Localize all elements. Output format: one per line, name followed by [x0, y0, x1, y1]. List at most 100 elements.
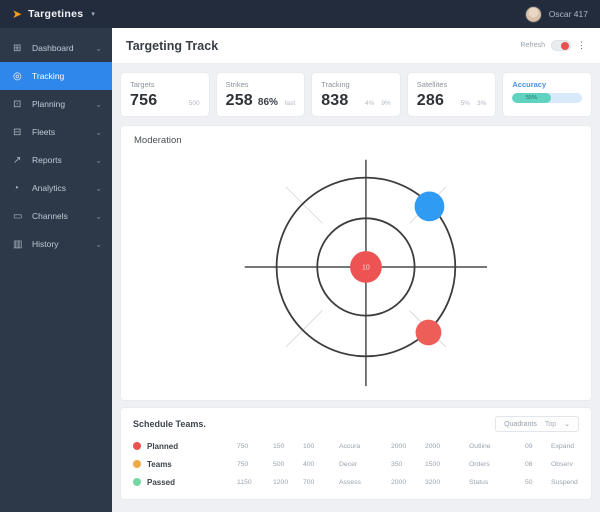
- dropdown-label: Quadrants: [504, 420, 537, 428]
- table-row[interactable]: Passed 1150 1200 700 Assess 2000 3200 St…: [133, 473, 579, 491]
- table-cell: 09: [525, 442, 533, 450]
- sidebar-item-planning[interactable]: ⊡ Planning ⌄: [0, 90, 112, 118]
- brand[interactable]: ➤ Targetines ▾: [12, 8, 95, 20]
- chevron-down-icon: ⌄: [95, 127, 102, 137]
- sidebar-item-channels[interactable]: ▭ Channels ⌄: [0, 202, 112, 230]
- table-cell: Assess: [339, 478, 361, 486]
- stats-row: Targets 756 500 Strikes 258 86% fast Tra…: [120, 72, 592, 117]
- table-cell: 150: [273, 442, 285, 450]
- sidebar-item-label: Dashboard: [32, 43, 74, 53]
- sidebar-item-fleets[interactable]: ⊟ Fleets ⌄: [0, 118, 112, 146]
- table-cell: 700: [303, 478, 315, 486]
- stat-label: Satellites: [416, 80, 448, 89]
- top-bar: ➤ Targetines ▾ Oscar 417: [0, 0, 600, 28]
- table-cell: 2000: [391, 478, 407, 486]
- table-row[interactable]: Teams 750 500 400 Decer 350 1500 Orders …: [133, 455, 579, 473]
- stat-card-strikes: Strikes 258 86% fast: [215, 72, 306, 117]
- row-name: Teams: [147, 459, 172, 469]
- table-cell: 08: [525, 460, 533, 468]
- quadrants-dropdown[interactable]: Quadrants Top ⌄: [495, 416, 579, 432]
- table-row[interactable]: Planned 750 150 100 Accura 2000 2000 Out…: [133, 437, 579, 455]
- stat-label: Targets: [130, 80, 155, 89]
- table-cell: 1200: [273, 478, 289, 486]
- sidebar-item-label: Planning: [32, 99, 66, 109]
- stat-sub: 5%: [460, 100, 470, 107]
- stat-card-satellites: Satellites 286 5% 3%: [406, 72, 497, 117]
- table-cell: 750: [237, 442, 249, 450]
- stat-sub: 9%: [381, 100, 391, 107]
- chevron-down-icon: ⌄: [564, 421, 570, 428]
- content-area: Targeting Track Refresh ⋮ Targets 756 50…: [112, 28, 600, 512]
- sidebar-item-label: Tracking: [32, 71, 65, 81]
- chevron-down-icon: ⌄: [95, 155, 102, 165]
- table-cell: Suspend: [551, 478, 578, 486]
- stat-value: 756: [130, 92, 158, 109]
- target-chart-panel: Moderation 10: [120, 125, 592, 401]
- stat-value: 838: [321, 92, 349, 109]
- table-title: Schedule Teams.: [133, 419, 206, 429]
- accuracy-progress-track: 55%: [512, 93, 582, 103]
- sidebar-item-label: Analytics: [32, 183, 67, 193]
- page-title: Targeting Track: [126, 38, 219, 53]
- stat-value: 258: [225, 92, 253, 109]
- stat-sub: fast: [284, 100, 296, 107]
- stat-card-tracking: Tracking 838 4% 9%: [311, 72, 401, 117]
- kebab-menu-icon[interactable]: ⋮: [577, 40, 586, 51]
- table-cell: 400: [303, 460, 315, 468]
- table-cell: Accura: [339, 442, 361, 450]
- schedule-table-panel: Schedule Teams. Quadrants Top ⌄ Planned …: [120, 407, 592, 500]
- svg-text:10: 10: [362, 264, 370, 271]
- table-cell: 50: [525, 478, 533, 486]
- monitor-icon: ⊡: [13, 98, 22, 110]
- sidebar-item-label: Fleets: [32, 127, 56, 137]
- table-cell: 500: [273, 460, 285, 468]
- trend-icon: ↗: [13, 154, 22, 166]
- table-cell: 3200: [425, 478, 441, 486]
- table-cell: Decer: [339, 460, 358, 468]
- refresh-toggle[interactable]: [551, 40, 571, 51]
- table-cell: 750: [237, 460, 249, 468]
- table-cell: Expand: [551, 442, 575, 450]
- box-icon: ▥: [13, 238, 23, 250]
- stat-strong-sub: 86%: [257, 97, 278, 108]
- chevron-down-icon: ⌄: [95, 43, 102, 53]
- table-cell: 2000: [391, 442, 407, 450]
- target-chart[interactable]: 10: [121, 126, 591, 400]
- stat-value: 286: [416, 92, 445, 109]
- dashboard-icon: ⊞: [13, 42, 22, 54]
- folder-icon: ⊟: [13, 126, 22, 138]
- stat-sub: 3%: [476, 100, 487, 107]
- sidebar-item-reports[interactable]: ↗ Reports ⌄: [0, 146, 112, 174]
- sidebar-item-label: Channels: [32, 211, 68, 221]
- table-cell: 350: [391, 460, 403, 468]
- stat-sub: 4%: [364, 100, 375, 107]
- sidebar-item-dashboard[interactable]: ⊞ Dashboard ⌄: [0, 34, 112, 62]
- refresh-label: Refresh: [520, 42, 545, 49]
- row-name: Passed: [147, 477, 176, 487]
- table-cell: Status: [469, 478, 489, 486]
- stat-label: Strikes: [225, 80, 249, 89]
- target-icon: ◎: [13, 70, 22, 82]
- row-name: Planned: [147, 441, 179, 451]
- table-cell: Observ: [551, 460, 573, 468]
- avatar[interactable]: [524, 5, 542, 23]
- stat-card-accuracy: Accuracy 55%: [502, 72, 592, 117]
- table-cell: 2000: [425, 442, 441, 450]
- brand-name: Targetines: [28, 8, 84, 20]
- stat-label: Tracking: [321, 80, 350, 89]
- sidebar-item-history[interactable]: ▥ History ⌄: [0, 230, 112, 258]
- toggle-knob: [561, 42, 569, 50]
- sidebar-item-label: History: [32, 239, 59, 249]
- sidebar-item-label: Reports: [32, 155, 62, 165]
- status-dot-red: [133, 442, 141, 450]
- sidebar-item-analytics[interactable]: ◔ Analytics ⌄: [0, 174, 112, 202]
- user-menu[interactable]: Oscar 417: [524, 5, 588, 23]
- chevron-down-icon: ⌄: [95, 239, 102, 249]
- layers-icon: ▭: [13, 210, 23, 222]
- table-cell: 1500: [425, 460, 441, 468]
- sidebar-item-tracking[interactable]: ◎ Tracking: [0, 62, 112, 90]
- pie-icon: ◔: [13, 182, 20, 194]
- table-cell: Orders: [469, 460, 490, 468]
- table-cell: 100: [303, 442, 315, 450]
- table-cell: 1150: [237, 478, 252, 486]
